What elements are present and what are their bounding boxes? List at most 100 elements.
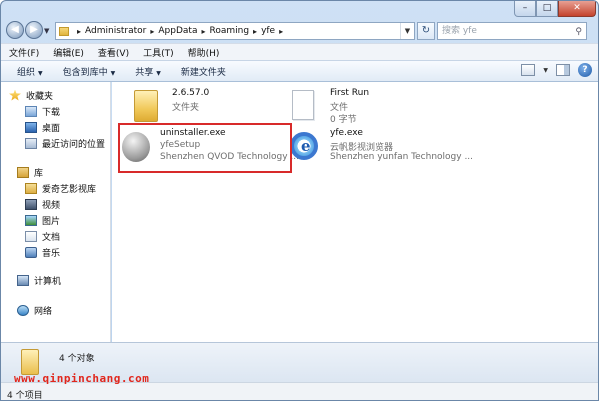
file-name: First Run <box>330 88 370 98</box>
title-bar: ◀ ▶ ▼ ▸ Administrator ▸ AppData ▸ Roamin… <box>1 1 598 43</box>
recent-pages-dropdown[interactable]: ▼ <box>44 27 49 35</box>
sidebar-item-desktop[interactable]: 桌面 <box>25 119 60 135</box>
file-name: yfe.exe <box>330 128 363 138</box>
chevron-right-icon[interactable]: ▸ <box>253 27 257 36</box>
sidebar-item-label: 网络 <box>34 306 53 317</box>
watermark: www.qinpinchang.com <box>14 372 150 385</box>
file-name: 2.6.57.0 <box>172 88 210 98</box>
video-icon <box>25 198 37 210</box>
forward-button[interactable]: ▶ <box>25 21 43 39</box>
sidebar-item-videos[interactable]: 视频 <box>25 196 60 212</box>
sidebar-item-music[interactable]: 音乐 <box>25 244 60 260</box>
organize-label: 组织 <box>17 67 36 78</box>
file-list: 2.6.57.0 文件夹 First Run 文件 0 字节 uninstall… <box>112 82 598 342</box>
search-icon: ⚲ <box>575 27 582 37</box>
music-icon <box>25 246 37 258</box>
document-icon <box>25 230 37 242</box>
search-placeholder: 搜索 yfe <box>442 26 477 36</box>
sidebar-item-recent[interactable]: 最近访问的位置 <box>25 135 105 151</box>
recent-places-icon <box>25 137 37 149</box>
sidebar-item-computer[interactable]: 计算机 <box>17 272 61 288</box>
sidebar-item-pictures[interactable]: 图片 <box>25 212 60 228</box>
breadcrumb-administrator[interactable]: Administrator <box>85 26 146 36</box>
breadcrumb-yfe[interactable]: yfe <box>261 26 275 36</box>
sidebar-item-label: 计算机 <box>34 276 62 287</box>
file-company: Shenzhen yunfan Technology ... <box>330 152 474 162</box>
chevron-right-icon[interactable]: ▸ <box>150 27 154 36</box>
menu-view[interactable]: 查看(V) <box>98 46 129 59</box>
explorer-window: ◀ ▶ ▼ ▸ Administrator ▸ AppData ▸ Roamin… <box>0 0 599 401</box>
chevron-right-icon[interactable]: ▸ <box>201 27 205 36</box>
picture-icon <box>25 214 37 226</box>
file-type: 文件夹 <box>172 103 200 113</box>
downloads-icon <box>25 105 37 117</box>
menu-edit[interactable]: 编辑(E) <box>53 46 84 59</box>
sidebar-item-favorites[interactable]: 收藏夹 <box>9 87 53 103</box>
sidebar-item-label: 视频 <box>42 200 61 211</box>
view-tools: ▼ ? <box>521 63 592 77</box>
search-input[interactable]: 搜索 yfe ⚲ <box>437 22 587 40</box>
menu-bar: 文件(F) 编辑(E) 查看(V) 工具(T) 帮助(H) <box>1 43 598 60</box>
share-label: 共享 <box>135 67 154 78</box>
sidebar-item-downloads[interactable]: 下载 <box>25 103 60 119</box>
address-bar[interactable]: ▸ Administrator ▸ AppData ▸ Roaming ▸ yf… <box>55 22 415 40</box>
include-library-label: 包含到库中 <box>62 67 108 78</box>
computer-icon <box>17 274 29 286</box>
view-options-icon[interactable] <box>521 64 536 76</box>
include-library-button[interactable]: 包含到库中 ▼ <box>63 65 116 78</box>
folder-icon <box>134 90 158 122</box>
sidebar-item-label: 文档 <box>42 232 61 243</box>
chevron-right-icon[interactable]: ▸ <box>279 27 283 36</box>
close-button[interactable]: ✕ <box>558 1 596 17</box>
sidebar-item-label: 下载 <box>42 107 61 118</box>
share-button[interactable]: 共享 ▼ <box>135 65 161 78</box>
chevron-right-icon[interactable]: ▸ <box>77 27 81 36</box>
star-icon <box>9 89 21 101</box>
library-folder-icon <box>25 182 37 194</box>
yfe-app-icon <box>290 132 318 160</box>
chevron-down-icon: ▼ <box>110 69 116 77</box>
highlight-box <box>118 123 292 173</box>
breadcrumb-appdata[interactable]: AppData <box>158 26 197 36</box>
sidebar-item-label: 爱奇艺影视库 <box>42 184 97 195</box>
sidebar-item-label: 图片 <box>42 216 61 227</box>
menu-help[interactable]: 帮助(H) <box>188 46 220 59</box>
sidebar-item-label: 收藏夹 <box>26 91 54 102</box>
sidebar-item-documents[interactable]: 文档 <box>25 228 60 244</box>
navigation-pane: 收藏夹 下载 桌面 最近访问的位置 库 爱奇艺影视库 视频 图片 文档 音乐 计… <box>1 82 111 342</box>
sidebar-item-network[interactable]: 网络 <box>17 302 52 318</box>
breadcrumb-roaming[interactable]: Roaming <box>209 26 249 36</box>
sidebar-item-label: 桌面 <box>42 123 61 134</box>
help-icon[interactable]: ? <box>578 63 592 77</box>
organize-button[interactable]: 组织 ▼ <box>17 65 43 78</box>
sidebar-item-library[interactable]: 库 <box>17 164 43 180</box>
refresh-button[interactable]: ↻ <box>417 22 435 40</box>
chevron-down-icon: ▼ <box>156 69 161 77</box>
chevron-down-icon: ▼ <box>38 69 43 77</box>
chevron-down-icon[interactable]: ▼ <box>543 67 548 74</box>
window-controls: – □ ✕ <box>514 1 596 17</box>
new-folder-button[interactable]: 新建文件夹 <box>181 65 226 78</box>
file-icon <box>292 90 314 120</box>
file-item-first-run[interactable]: First Run 文件 0 字节 <box>286 86 456 130</box>
preview-pane-icon[interactable] <box>556 64 570 76</box>
library-icon <box>17 166 29 178</box>
file-item-yfe[interactable]: yfe.exe 云帆影视浏览器 Shenzhen yunfan Technolo… <box>286 126 473 170</box>
menu-tools[interactable]: 工具(T) <box>143 46 174 59</box>
address-dropdown-button[interactable]: ▼ <box>400 23 414 39</box>
item-count: 4 个项目 <box>7 391 43 401</box>
network-icon <box>17 304 29 316</box>
sidebar-item-label: 音乐 <box>42 248 61 259</box>
minimize-button[interactable]: – <box>514 1 536 17</box>
folder-icon <box>59 26 69 36</box>
command-bar: 组织 ▼ 包含到库中 ▼ 共享 ▼ 新建文件夹 ▼ ? <box>1 60 598 82</box>
sidebar-item-label: 库 <box>34 168 44 179</box>
sidebar-item-label: 最近访问的位置 <box>42 139 106 150</box>
file-size: 0 字节 <box>330 115 357 125</box>
desktop-icon <box>25 121 37 133</box>
maximize-button[interactable]: □ <box>536 1 558 17</box>
menu-file[interactable]: 文件(F) <box>9 46 39 59</box>
selection-count: 4 个对象 <box>59 354 95 364</box>
back-button[interactable]: ◀ <box>6 21 24 39</box>
sidebar-item-iqiyi[interactable]: 爱奇艺影视库 <box>25 180 96 196</box>
